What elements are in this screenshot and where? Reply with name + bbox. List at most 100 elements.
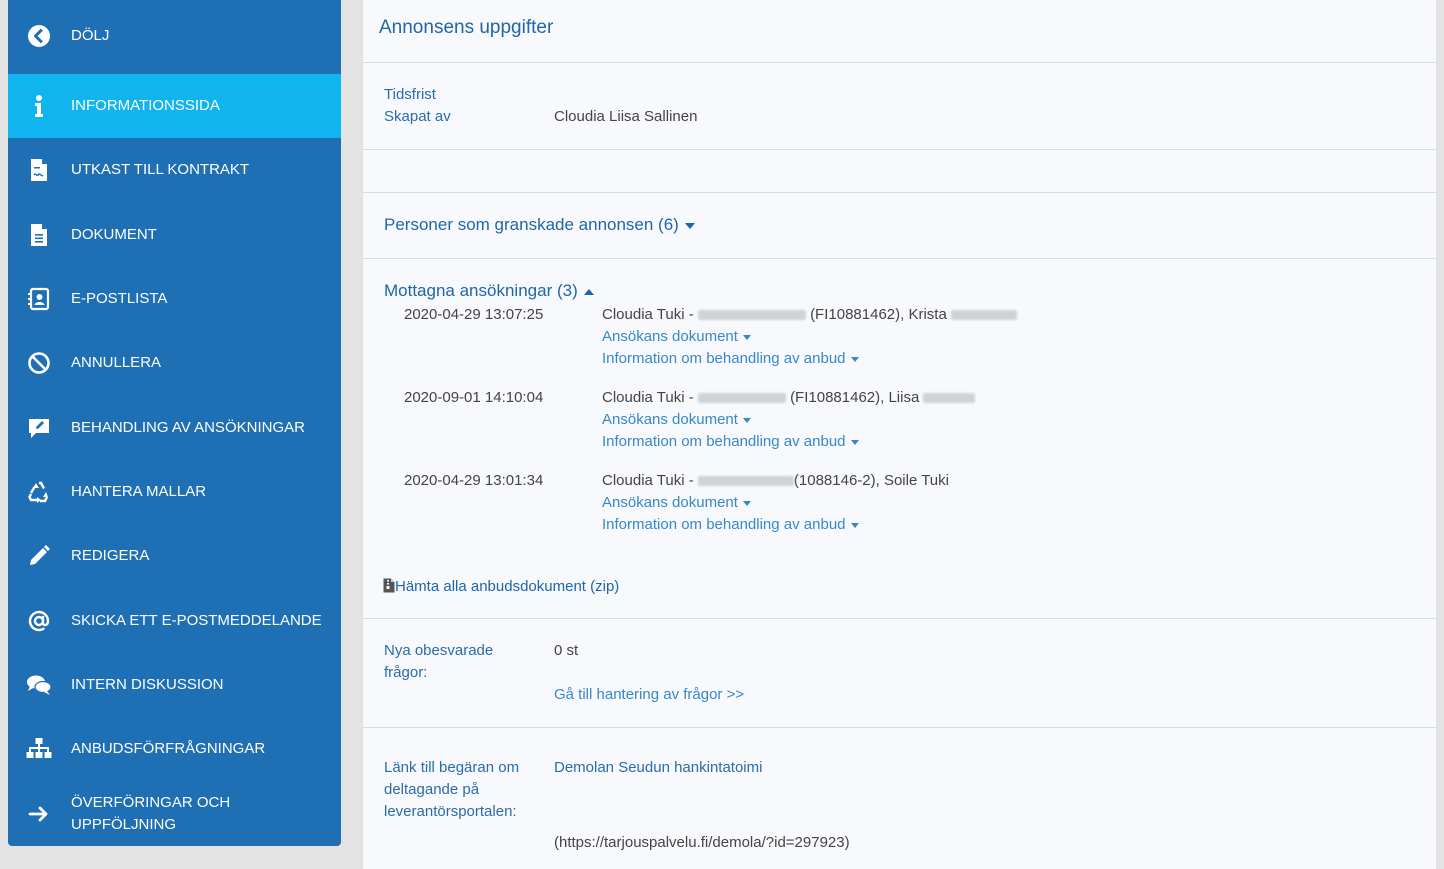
unanswered-questions-label: Nya obesvarade frågor:	[384, 642, 494, 681]
portal-link-label: Länk till begäran om deltagande på lever…	[384, 759, 520, 820]
edit-comment-icon	[26, 415, 52, 441]
application-date: 2020-09-01 14:10:04	[404, 389, 544, 406]
application-documents-label: Ansökans dokument	[602, 411, 738, 428]
processing-info-link[interactable]: Information om behandling av anbud	[602, 514, 859, 536]
applications-toggle[interactable]: Mottagna ansökningar (3)	[384, 280, 594, 302]
application-applicant: Cloudia Tuki - (1088146-2), Soile Tuki	[602, 470, 949, 492]
unanswered-questions-value: 0 st	[554, 642, 579, 659]
caret-down-icon	[684, 222, 695, 229]
applicant-detail: (1088146-2), Soile Tuki	[793, 472, 949, 489]
created-by-label: Skapat av	[384, 108, 451, 125]
sidebar-item-label: UTKAST TILL KONTRAKT	[71, 161, 250, 178]
main-panel: Annonsens uppgifter Tidsfrist Skapat av …	[362, 0, 1437, 869]
divider	[363, 618, 1436, 619]
redacted-name	[697, 476, 794, 487]
applicant-detail: (FI10881462), Liisa	[790, 389, 920, 406]
applicant-prefix: Cloudia Tuki -	[602, 306, 694, 323]
sidebar-item-label: DÖLJ	[71, 27, 110, 44]
sidebar-item-label: INTERN DISKUSSION	[71, 676, 224, 693]
divider	[363, 62, 1436, 63]
applicant-prefix: Cloudia Tuki -	[602, 389, 694, 406]
zip-file-icon	[383, 578, 395, 600]
divider	[363, 727, 1436, 728]
applicant-detail: (FI10881462), Krista	[810, 306, 947, 323]
applications-label: Mottagna ansökningar (3)	[384, 281, 578, 300]
pencil-icon	[26, 543, 52, 569]
info-icon	[26, 93, 52, 119]
sidebar-item-label: ÖVERFÖRINGAR OCH UPPFÖLJNING	[71, 792, 230, 836]
sidebar-item-send-email[interactable]: SKICKA ETT E-POSTMEDDELANDE	[8, 588, 341, 653]
caret-down-icon	[850, 439, 859, 445]
created-by-value: Cloudia Liisa Sallinen	[554, 108, 698, 125]
processing-info-link[interactable]: Information om behandling av anbud	[602, 348, 859, 370]
redacted-name	[697, 310, 806, 321]
caret-down-icon	[742, 334, 751, 340]
caret-down-icon	[742, 500, 751, 506]
processing-info-label: Information om behandling av anbud	[602, 350, 846, 367]
processing-info-label: Information om behandling av anbud	[602, 516, 846, 533]
download-all-label: Hämta alla anbudsdokument (zip)	[395, 578, 620, 595]
reviewers-toggle[interactable]: Personer som granskade annonsen (6)	[384, 214, 695, 236]
sitemap-icon	[26, 736, 52, 762]
sidebar-item-label-line2: UPPFÖLJNING	[71, 816, 177, 833]
reviewers-label: Personer som granskade annonsen (6)	[384, 215, 679, 234]
application-documents-label: Ansökans dokument	[602, 494, 738, 511]
deadline-label: Tidsfrist	[384, 86, 436, 103]
contract-file-icon	[26, 157, 52, 183]
sidebar-item-internal-discussion[interactable]: INTERN DISKUSSION	[8, 653, 341, 717]
application-date: 2020-04-29 13:01:34	[404, 472, 544, 489]
sidebar-item-label-line1: ÖVERFÖRINGAR OCH	[71, 794, 231, 811]
sidebar-item-label: ANNULLERA	[71, 354, 162, 371]
processing-info-link[interactable]: Information om behandling av anbud	[602, 431, 859, 453]
redacted-name	[923, 393, 976, 404]
caret-down-icon	[742, 417, 751, 423]
sidebar-item-mailing-list[interactable]: E-POSTLISTA	[8, 267, 341, 331]
questions-management-link[interactable]: Gå till hantering av frågor >>	[554, 684, 744, 706]
application-documents-link[interactable]: Ansökans dokument	[602, 409, 751, 431]
divider	[363, 149, 1436, 150]
sidebar-item-manage-templates[interactable]: HANTERA MALLAR	[8, 460, 341, 524]
redacted-name	[950, 310, 1017, 321]
sidebar-item-documents[interactable]: DOKUMENT	[8, 202, 341, 267]
divider	[363, 192, 1436, 193]
applicant-prefix: Cloudia Tuki -	[602, 472, 694, 489]
sidebar: DÖLJ INFORMATIONSSIDA UTKAST TILL KONTRA…	[8, 0, 341, 846]
sidebar-item-label: INFORMATIONSSIDA	[71, 97, 220, 114]
download-all-link[interactable]: Hämta alla anbudsdokument (zip)	[383, 576, 619, 600]
caret-down-icon	[850, 356, 859, 362]
sidebar-item-label: ANBUDSFÖRFRÅGNINGAR	[71, 740, 266, 757]
address-book-icon	[26, 286, 52, 312]
sidebar-item-label: HANTERA MALLAR	[71, 483, 207, 500]
arrow-right-icon	[26, 801, 52, 827]
divider	[363, 258, 1436, 259]
ban-icon	[26, 350, 52, 376]
sidebar-item-information-page[interactable]: INFORMATIONSSIDA	[8, 74, 341, 138]
sidebar-item-label: E-POSTLISTA	[71, 290, 168, 307]
recycle-icon	[26, 479, 52, 505]
comments-icon	[26, 672, 52, 698]
application-applicant: Cloudia Tuki - (FI10881462), Liisa	[602, 387, 976, 409]
sidebar-item-edit[interactable]: REDIGERA	[8, 524, 341, 588]
application-documents-link[interactable]: Ansökans dokument	[602, 492, 751, 514]
caret-up-icon	[583, 288, 594, 295]
processing-info-label: Information om behandling av anbud	[602, 433, 846, 450]
application-applicant: Cloudia Tuki - (FI10881462), Krista	[602, 304, 1017, 326]
sidebar-item-hide[interactable]: DÖLJ	[8, 0, 341, 73]
at-sign-icon	[26, 608, 52, 634]
sidebar-item-label: REDIGERA	[71, 547, 150, 564]
sidebar-item-application-processing[interactable]: BEHANDLING AV ANSÖKNINGAR	[8, 395, 341, 460]
sidebar-item-contract-draft[interactable]: UTKAST TILL KONTRAKT	[8, 138, 341, 202]
sidebar-item-label: BEHANDLING AV ANSÖKNINGAR	[71, 419, 305, 436]
chevron-left-circle-icon	[26, 23, 52, 49]
sidebar-item-label: SKICKA ETT E-POSTMEDDELANDE	[71, 612, 322, 629]
application-documents-label: Ansökans dokument	[602, 328, 738, 345]
sidebar-item-label: DOKUMENT	[71, 226, 157, 243]
application-documents-link[interactable]: Ansökans dokument	[602, 326, 751, 348]
sidebar-item-tender-requests[interactable]: ANBUDSFÖRFRÅGNINGAR	[8, 717, 341, 781]
sidebar-item-cancel[interactable]: ANNULLERA	[8, 331, 341, 395]
portal-url: (https://tarjouspalvelu.fi/demola/?id=29…	[554, 834, 850, 851]
portal-link[interactable]: Demolan Seudun hankintatoimi	[554, 757, 762, 779]
application-date: 2020-04-29 13:07:25	[404, 306, 544, 323]
sidebar-item-transfers-followup[interactable]: ÖVERFÖRINGAR OCH UPPFÖLJNING	[8, 781, 341, 846]
page-title: Annonsens uppgifter	[379, 17, 554, 38]
